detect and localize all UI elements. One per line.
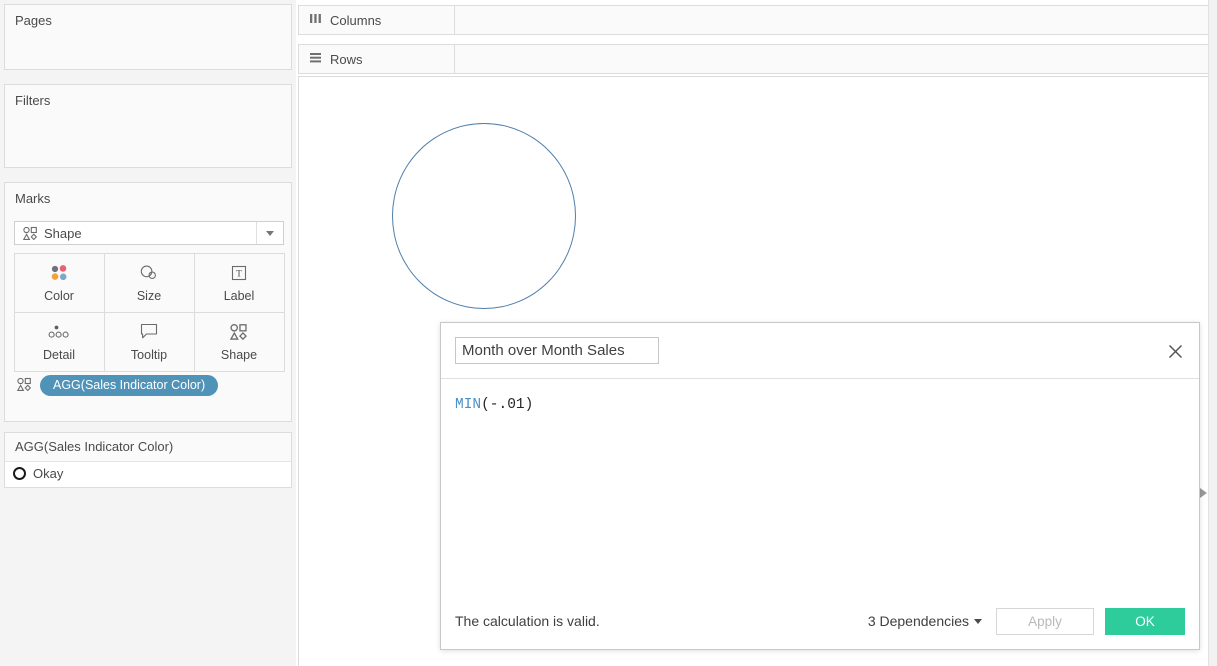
apply-button[interactable]: Apply bbox=[996, 607, 1094, 635]
triangle-right-icon[interactable] bbox=[1200, 488, 1207, 498]
marks-card: Marks Shape Color Size T Label Detail To… bbox=[4, 182, 292, 422]
columns-shelf-label: Columns bbox=[330, 12, 382, 28]
left-sidebar: Pages Filters Marks Shape Color Size T L… bbox=[0, 0, 296, 666]
size-circles-icon bbox=[138, 263, 160, 283]
open-circle-icon bbox=[13, 467, 26, 480]
close-icon[interactable] bbox=[1165, 341, 1185, 361]
columns-bars-icon bbox=[309, 12, 322, 28]
marks-label-button[interactable]: T Label bbox=[193, 252, 285, 313]
caret-down-icon bbox=[974, 618, 982, 624]
marks-label-label: Label bbox=[223, 288, 255, 303]
marks-detail-button[interactable]: Detail bbox=[13, 311, 105, 372]
calculated-field-dialog: MIN(-.01) The calculation is valid. 3 De… bbox=[440, 322, 1200, 650]
marks-shape-label: Shape bbox=[220, 347, 258, 362]
marks-size-button[interactable]: Size bbox=[103, 252, 195, 313]
shape-icon bbox=[16, 377, 32, 395]
marks-color-label: Color bbox=[44, 288, 74, 303]
label-t-icon: T bbox=[229, 263, 249, 283]
chevron-down-icon bbox=[266, 230, 274, 236]
shape-icon bbox=[23, 226, 38, 241]
mark-type-label: Shape bbox=[44, 225, 82, 241]
color-dots-icon bbox=[48, 263, 70, 283]
filters-card[interactable]: Filters bbox=[4, 84, 292, 168]
rows-lines-icon bbox=[309, 51, 322, 67]
pill-agg-sales-indicator-color[interactable]: AGG(Sales Indicator Color) bbox=[40, 375, 219, 396]
calc-dependencies-dropdown[interactable]: 3 Dependencies bbox=[868, 613, 982, 629]
calc-dependencies-label: 3 Dependencies bbox=[867, 613, 969, 629]
calc-dialog-footer: The calculation is valid. 3 Dependencies… bbox=[441, 593, 1199, 649]
marks-shape-button[interactable]: Shape bbox=[193, 311, 285, 372]
mark-type-caret[interactable] bbox=[256, 222, 283, 244]
viz-mark-open-circle[interactable] bbox=[392, 123, 576, 309]
calc-formula-function: MIN bbox=[455, 397, 482, 413]
shape-icon bbox=[229, 322, 249, 342]
right-rail bbox=[1208, 0, 1217, 666]
calc-dialog-header bbox=[441, 323, 1199, 379]
legend-item-okay[interactable]: Okay bbox=[5, 462, 291, 485]
rows-shelf-dropzone[interactable] bbox=[455, 45, 1216, 73]
marks-tooltip-label: Tooltip bbox=[130, 347, 168, 362]
shape-legend-card: AGG(Sales Indicator Color) Okay bbox=[4, 432, 292, 488]
calc-formula-editor[interactable]: MIN(-.01) bbox=[441, 379, 1199, 595]
legend-item-label: Okay bbox=[33, 466, 64, 481]
svg-text:T: T bbox=[236, 269, 242, 279]
calc-status-text: The calculation is valid. bbox=[455, 613, 600, 629]
marks-detail-label: Detail bbox=[43, 347, 75, 362]
marks-color-button[interactable]: Color bbox=[13, 252, 105, 313]
marks-card-title: Marks bbox=[15, 191, 51, 206]
calc-formula-args: (-.01) bbox=[481, 397, 534, 413]
marks-property-grid: Color Size T Label Detail Tooltip Shape bbox=[13, 252, 285, 372]
columns-shelf[interactable]: Columns bbox=[298, 5, 1217, 35]
marks-tooltip-button[interactable]: Tooltip bbox=[103, 311, 195, 372]
tooltip-bubble-icon bbox=[138, 322, 160, 342]
ok-button[interactable]: OK bbox=[1105, 607, 1185, 635]
pages-card-title: Pages bbox=[15, 13, 52, 28]
rows-shelf[interactable]: Rows bbox=[298, 44, 1217, 74]
rows-shelf-label: Rows bbox=[330, 51, 363, 67]
rows-shelf-label-box: Rows bbox=[299, 45, 455, 73]
mark-type-dropdown[interactable]: Shape bbox=[14, 221, 284, 245]
marks-shape-shelf: AGG(Sales Indicator Color) bbox=[16, 375, 219, 396]
detail-dots-icon bbox=[47, 322, 71, 342]
filters-card-title: Filters bbox=[15, 93, 51, 108]
marks-size-label: Size bbox=[136, 288, 162, 303]
pages-card[interactable]: Pages bbox=[4, 4, 292, 70]
calc-name-input[interactable] bbox=[455, 337, 659, 364]
legend-title: AGG(Sales Indicator Color) bbox=[5, 433, 291, 462]
columns-shelf-dropzone[interactable] bbox=[455, 6, 1216, 34]
columns-shelf-label-box: Columns bbox=[299, 6, 455, 34]
